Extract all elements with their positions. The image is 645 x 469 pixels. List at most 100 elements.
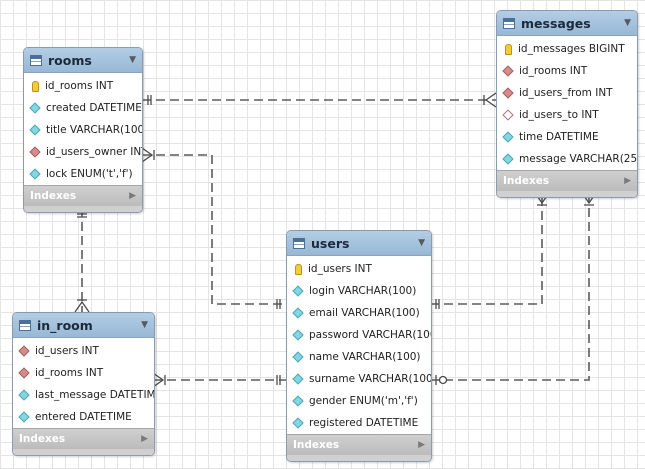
collapse-chevron-icon[interactable]: ▼ — [129, 55, 136, 65]
column-icon — [292, 285, 304, 297]
table-rooms[interactable]: rooms ▼ id_rooms INT created DATETIME title … — [23, 47, 143, 213]
collapse-chevron-icon[interactable]: ▼ — [624, 18, 631, 28]
indexes-section[interactable]: Indexes ▶ — [24, 185, 142, 206]
table-header[interactable]: rooms ▼ — [24, 48, 142, 73]
table-footer-bar — [497, 191, 637, 197]
column-icon — [292, 417, 304, 429]
column-label: id_users_owner INT — [46, 146, 143, 158]
column-label: gender ENUM('m','f') — [309, 395, 418, 407]
foreign-key-icon — [502, 87, 514, 99]
table-title: users — [311, 235, 350, 251]
expand-arrow-icon[interactable]: ▶ — [624, 176, 631, 186]
table-title: messages — [521, 15, 591, 31]
column-list: id_rooms INT created DATETIME title VARCHA… — [24, 73, 142, 185]
indexes-section[interactable]: Indexes ▶ — [13, 428, 154, 449]
column-row[interactable]: id_users INT — [287, 258, 431, 280]
column-label: id_users_from INT — [519, 87, 613, 99]
indexes-label: Indexes — [19, 433, 66, 445]
column-list: id_users INT id_rooms INT last_message DAT… — [13, 338, 154, 428]
expand-arrow-icon[interactable]: ▶ — [141, 434, 148, 444]
column-icon — [292, 351, 304, 363]
column-icon — [502, 153, 514, 165]
column-row[interactable]: login VARCHAR(100) — [287, 280, 431, 302]
expand-arrow-icon[interactable]: ▶ — [418, 440, 425, 450]
collapse-chevron-icon[interactable]: ▼ — [418, 238, 425, 248]
column-list: id_messages BIGINT id_rooms INT id_users_f… — [497, 36, 637, 170]
column-row[interactable]: email VARCHAR(100) — [287, 302, 431, 324]
table-in-room[interactable]: in_room ▼ id_users INT id_rooms INT last_mes… — [12, 312, 155, 456]
relationship-users-messages-from[interactable] — [430, 192, 550, 309]
relationship-users-rooms[interactable] — [141, 147, 286, 309]
column-row[interactable]: last_message DATETIME — [13, 384, 154, 406]
foreign-key-icon — [502, 65, 514, 77]
column-row[interactable]: time DATETIME — [497, 126, 637, 148]
column-icon — [292, 395, 304, 407]
column-row[interactable]: id_users INT — [13, 340, 154, 362]
column-row[interactable]: surname VARCHAR(100) — [287, 368, 431, 390]
column-row[interactable]: name VARCHAR(100) — [287, 346, 431, 368]
indexes-label: Indexes — [503, 175, 550, 187]
column-row[interactable]: id_users_owner INT — [24, 141, 142, 163]
table-header[interactable]: users ▼ — [287, 231, 431, 256]
column-label: password VARCHAR(100) — [309, 329, 432, 341]
column-label: id_messages BIGINT — [518, 43, 625, 55]
indexes-section[interactable]: Indexes ▶ — [287, 434, 431, 455]
column-icon — [502, 131, 514, 143]
table-users[interactable]: users ▼ id_users INT login VARCHAR(100) emai… — [286, 230, 432, 462]
column-row[interactable]: id_messages BIGINT — [497, 38, 637, 60]
column-label: id_users INT — [35, 345, 99, 357]
column-label: created DATETIME — [46, 102, 142, 114]
column-row[interactable]: id_rooms INT — [497, 60, 637, 82]
table-footer-bar — [24, 206, 142, 212]
column-label: entered DATETIME — [35, 411, 132, 423]
column-row[interactable]: entered DATETIME — [13, 406, 154, 428]
foreign-key-icon — [18, 345, 30, 357]
column-label: email VARCHAR(100) — [309, 307, 420, 319]
relationship-users-in-room[interactable] — [152, 372, 286, 388]
column-row[interactable]: message VARCHAR(255) — [497, 148, 637, 170]
column-label: lock ENUM('t','f') — [46, 168, 133, 180]
nullable-foreign-key-icon — [502, 109, 514, 121]
column-row[interactable]: id_rooms INT — [24, 75, 142, 97]
table-title: rooms — [48, 52, 92, 68]
column-icon — [292, 307, 304, 319]
table-header[interactable]: messages ▼ — [497, 11, 637, 36]
table-header[interactable]: in_room ▼ — [13, 313, 154, 338]
relationship-users-messages-to[interactable] — [430, 192, 597, 385]
column-label: name VARCHAR(100) — [309, 351, 421, 363]
column-label: login VARCHAR(100) — [309, 285, 417, 297]
indexes-label: Indexes — [293, 439, 340, 451]
expand-arrow-icon[interactable]: ▶ — [129, 191, 136, 201]
primary-key-icon — [32, 80, 39, 92]
column-label: message VARCHAR(255) — [519, 153, 638, 165]
column-row[interactable]: title VARCHAR(100) — [24, 119, 142, 141]
column-icon — [292, 373, 304, 385]
column-icon — [29, 168, 41, 180]
relationship-rooms-messages[interactable] — [142, 92, 497, 108]
column-label: surname VARCHAR(100) — [309, 373, 432, 385]
table-title: in_room — [37, 317, 93, 333]
column-label: registered DATETIME — [309, 417, 419, 429]
column-label: time DATETIME — [519, 131, 599, 143]
column-row[interactable]: id_rooms INT — [13, 362, 154, 384]
column-row[interactable]: id_users_from INT — [497, 82, 637, 104]
column-row[interactable]: lock ENUM('t','f') — [24, 163, 142, 185]
table-icon — [19, 319, 31, 331]
column-label: id_rooms INT — [519, 65, 588, 77]
indexes-section[interactable]: Indexes ▶ — [497, 170, 637, 191]
foreign-key-icon — [29, 146, 41, 158]
column-row[interactable]: created DATETIME — [24, 97, 142, 119]
indexes-label: Indexes — [30, 190, 77, 202]
column-row[interactable]: gender ENUM('m','f') — [287, 390, 431, 412]
table-footer-bar — [287, 455, 431, 461]
table-messages[interactable]: messages ▼ id_messages BIGINT id_rooms INT i… — [496, 10, 638, 198]
column-label: title VARCHAR(100) — [46, 124, 143, 136]
column-row[interactable]: registered DATETIME — [287, 412, 431, 434]
column-label: id_users INT — [308, 263, 372, 275]
column-icon — [18, 411, 30, 423]
relationship-rooms-in-room[interactable] — [74, 208, 90, 313]
collapse-chevron-icon[interactable]: ▼ — [141, 320, 148, 330]
column-row[interactable]: id_users_to INT — [497, 104, 637, 126]
column-row[interactable]: password VARCHAR(100) — [287, 324, 431, 346]
column-label: id_rooms INT — [35, 367, 104, 379]
